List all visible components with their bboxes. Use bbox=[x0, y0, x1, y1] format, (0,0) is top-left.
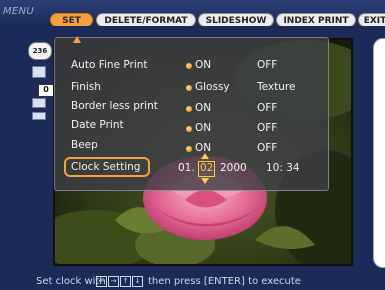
clock-year[interactable]: 2000 bbox=[220, 162, 247, 174]
tab-delete-format[interactable]: DELETE/FORMAT bbox=[96, 13, 196, 27]
option-off[interactable]: OFF bbox=[257, 122, 277, 134]
option-off[interactable]: OFF bbox=[257, 142, 277, 154]
option-off[interactable]: OFF bbox=[257, 102, 277, 114]
option-glossy[interactable]: Glossy bbox=[195, 81, 230, 93]
edit-icon bbox=[32, 98, 46, 108]
image-count-badge: 236 bbox=[28, 42, 52, 60]
tab-index-print[interactable]: INDEX PRINT bbox=[276, 13, 356, 27]
increment-arrow-icon[interactable] bbox=[201, 153, 209, 159]
selected-dot-icon bbox=[186, 146, 192, 152]
tab-slideshow[interactable]: SLIDESHOW bbox=[198, 13, 274, 27]
setting-label-date-print: Date Print bbox=[71, 119, 124, 131]
setting-label-finish: Finish bbox=[71, 81, 101, 93]
right-arrow-icon: → bbox=[108, 276, 119, 287]
status-suffix: then press [ENTER] to execute bbox=[148, 276, 301, 287]
printer-menu-screen: MENU SET DELETE/FORMAT SLIDESHOW INDEX P… bbox=[0, 0, 385, 290]
right-frame bbox=[373, 38, 385, 268]
clock-time[interactable]: 10: 34 bbox=[266, 162, 300, 174]
clock-day[interactable]: 01. bbox=[178, 162, 195, 174]
down-arrow-icon: ↓ bbox=[132, 276, 143, 287]
option-texture[interactable]: Texture bbox=[257, 81, 295, 93]
selected-dot-icon bbox=[186, 85, 192, 91]
tab-exit[interactable]: EXIT bbox=[358, 13, 385, 27]
clock-month-selected[interactable]: 02 bbox=[198, 161, 216, 177]
key-icon bbox=[32, 112, 46, 120]
setting-label-borderless-print: Border less print bbox=[71, 100, 158, 112]
up-arrow-icon: ↑ bbox=[120, 276, 131, 287]
tab-pointer-icon bbox=[73, 36, 81, 43]
selected-dot-icon bbox=[186, 63, 192, 69]
print-icon bbox=[32, 66, 46, 78]
left-arrow-icon: ← bbox=[96, 276, 107, 287]
copies-counter: 0 bbox=[38, 84, 54, 97]
setting-label-auto-fine-print: Auto Fine Print bbox=[71, 59, 148, 71]
option-on[interactable]: ON bbox=[195, 122, 211, 134]
selected-dot-icon bbox=[186, 126, 192, 132]
option-on[interactable]: ON bbox=[195, 102, 211, 114]
clock-setting-label[interactable]: Clock Setting bbox=[64, 157, 150, 177]
option-on[interactable]: ON bbox=[195, 59, 211, 71]
setting-label-beep: Beep bbox=[71, 139, 98, 151]
option-off[interactable]: OFF bbox=[257, 59, 277, 71]
arrow-keys-icon: ← → ↑ ↓ bbox=[96, 276, 144, 287]
selected-dot-icon bbox=[186, 106, 192, 112]
menu-bar: MENU SET DELETE/FORMAT SLIDESHOW INDEX P… bbox=[0, 0, 385, 27]
tab-set[interactable]: SET bbox=[50, 13, 93, 27]
decrement-arrow-icon[interactable] bbox=[201, 178, 209, 184]
menu-title: MENU bbox=[3, 6, 34, 17]
